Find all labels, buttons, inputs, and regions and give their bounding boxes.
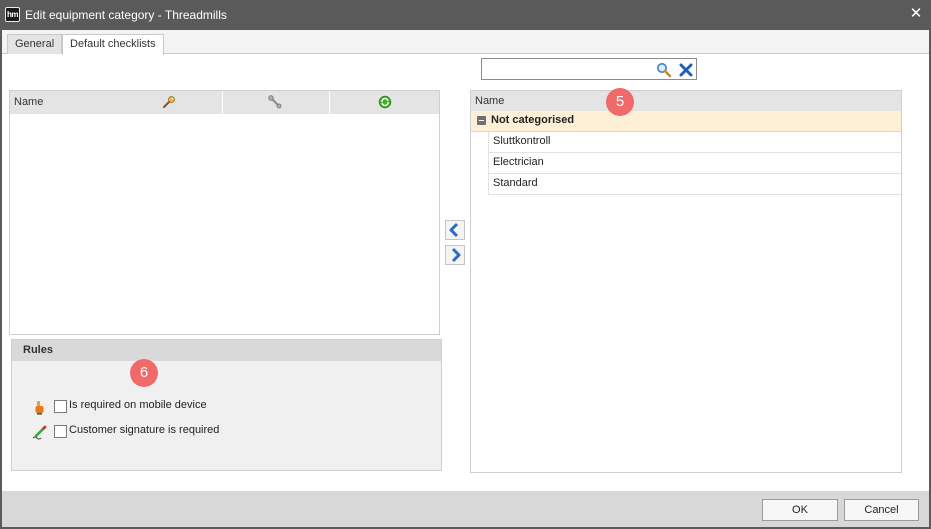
- title-bar: hm Edit equipment category - Threadmills…: [0, 0, 931, 30]
- tab-general[interactable]: General: [7, 34, 63, 54]
- list-item[interactable]: Electrician: [488, 153, 901, 174]
- dialog-footer: OK Cancel: [2, 491, 929, 527]
- list-item[interactable]: Standard: [488, 174, 901, 195]
- column-header-name[interactable]: Name: [14, 91, 43, 114]
- list-item[interactable]: Sluttkontroll: [488, 132, 901, 153]
- required-mobile-checkbox[interactable]: [54, 400, 67, 413]
- selected-checklists-table: Name: [9, 90, 440, 335]
- app-logo-icon: hm: [5, 7, 20, 22]
- chevron-left-icon: [449, 222, 459, 238]
- window-title: Edit equipment category - Threadmills: [25, 8, 227, 22]
- rule-required-mobile: Is required on mobile device: [12, 398, 441, 416]
- step-badge-5: 5: [606, 88, 634, 116]
- step-badge-6: 6: [130, 359, 158, 387]
- available-checklists-list: Name Not categorised Sluttkontroll Elect…: [470, 90, 902, 473]
- magnifier-icon[interactable]: [656, 62, 672, 78]
- search-input[interactable]: [484, 61, 652, 77]
- wrench-gray-icon[interactable]: [268, 95, 282, 109]
- chevron-right-icon: [451, 247, 461, 263]
- rules-header: Rules: [12, 340, 441, 361]
- window-frame-left: [0, 30, 2, 529]
- list-item-label: Sluttkontroll: [493, 135, 551, 147]
- search-box: [481, 58, 697, 80]
- table-header: Name: [10, 91, 439, 114]
- move-right-button[interactable]: [445, 245, 465, 265]
- green-recycle-icon[interactable]: [378, 95, 392, 109]
- wrench-orange-icon[interactable]: [162, 95, 176, 109]
- clear-x-icon[interactable]: [678, 62, 694, 78]
- rules-title: Rules: [23, 344, 53, 356]
- column-divider: [329, 91, 330, 114]
- move-left-button[interactable]: [445, 220, 465, 240]
- cancel-button[interactable]: Cancel: [844, 499, 919, 521]
- list-item-label: Standard: [493, 177, 538, 189]
- required-mobile-label[interactable]: Is required on mobile device: [69, 399, 207, 411]
- rules-panel: Rules Is required on mobile device Custo…: [11, 339, 442, 471]
- mobile-hand-icon: [35, 401, 44, 415]
- close-button[interactable]: ✕: [909, 6, 923, 22]
- group-row-not-categorised[interactable]: Not categorised: [471, 111, 901, 132]
- customer-signature-label[interactable]: Customer signature is required: [69, 424, 219, 436]
- rule-customer-signature: Customer signature is required: [12, 423, 441, 441]
- collapse-icon[interactable]: [477, 116, 486, 125]
- list-item-label: Electrician: [493, 156, 544, 168]
- tab-strip: General Default checklists: [2, 30, 929, 55]
- customer-signature-checkbox[interactable]: [54, 425, 67, 438]
- signature-pen-icon: [32, 425, 47, 440]
- group-label: Not categorised: [491, 114, 575, 126]
- ok-button[interactable]: OK: [762, 499, 838, 521]
- column-header-name[interactable]: Name: [471, 91, 901, 111]
- column-divider: [222, 91, 223, 114]
- tab-default-checklists[interactable]: Default checklists: [62, 34, 164, 55]
